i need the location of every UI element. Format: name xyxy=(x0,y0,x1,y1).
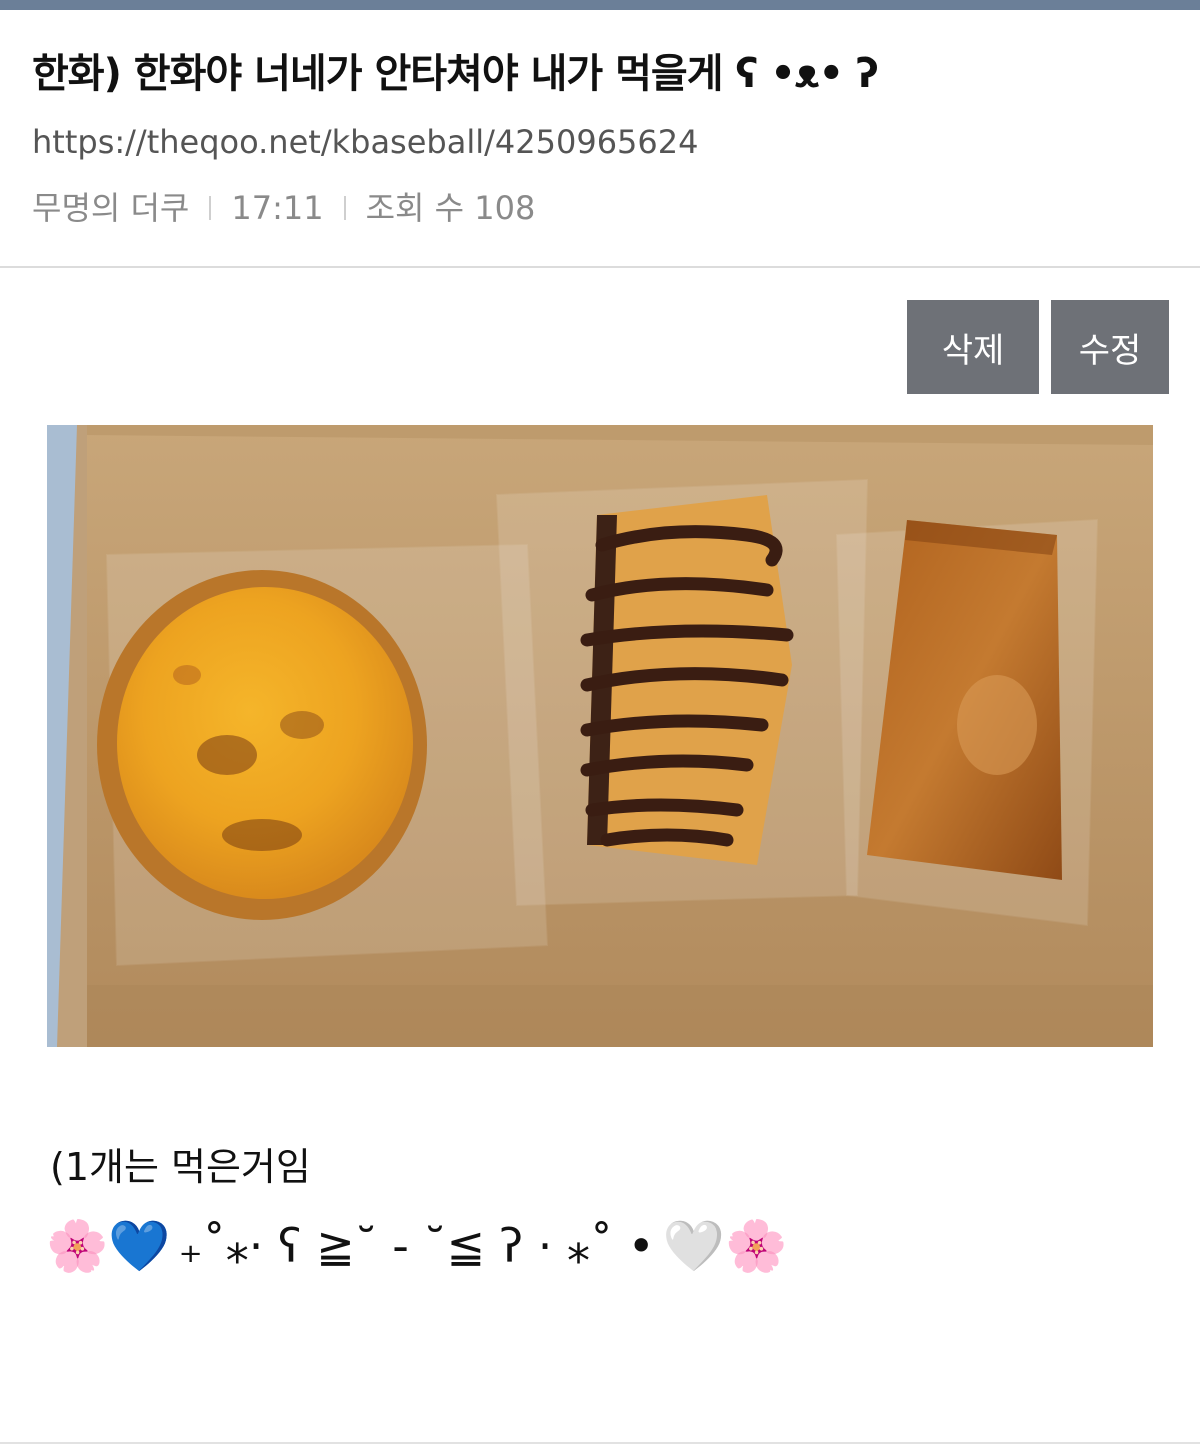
post-title: 한화) 한화야 너네가 안타쳐야 내가 먹을게 ʕ •ᴥ• ʔ xyxy=(32,51,879,97)
post-body-text: (1개는 먹은거임 xyxy=(50,1145,311,1189)
post-header: 한화) 한화야 너네가 안타쳐야 내가 먹을게 ʕ •ᴥ• ʔ https://… xyxy=(0,10,1200,268)
top-accent-bar xyxy=(0,0,1200,10)
delete-button[interactable]: 삭제 xyxy=(907,300,1039,394)
cherry-blossom-blue-heart-emoji: 🌸💙 xyxy=(46,1217,171,1275)
header-divider xyxy=(0,266,1200,268)
meta-divider xyxy=(343,196,346,220)
post-photo xyxy=(47,425,1153,1047)
white-heart-cherry-blossom-emoji: 🤍🌸 xyxy=(662,1217,788,1275)
egg-tart xyxy=(97,570,427,920)
meta-divider xyxy=(209,196,212,220)
post-time: 17:11 xyxy=(231,189,324,227)
edit-button[interactable]: 수정 xyxy=(1051,300,1169,394)
kaomoji-face: ₊˚⁎⋅ ʕ ≧˘ - ˘≦ ʔ ⋅ ⁎˚ • xyxy=(178,1219,655,1273)
post-meta: 무명의 더쿠 17:11 조회 수 108 xyxy=(32,188,535,228)
post-url-link[interactable]: https://theqoo.net/kbaseball/4250965624 xyxy=(32,122,698,162)
author-name: 무명의 더쿠 xyxy=(32,189,190,227)
bottom-divider xyxy=(0,1442,1200,1444)
chocolate-pastry xyxy=(580,495,794,865)
kaomoji-line: 🌸💙 ₊˚⁎⋅ ʕ ≧˘ - ˘≦ ʔ ⋅ ⁎˚ • 🤍🌸 xyxy=(46,1214,787,1278)
view-count: 조회 수 108 xyxy=(365,189,536,227)
